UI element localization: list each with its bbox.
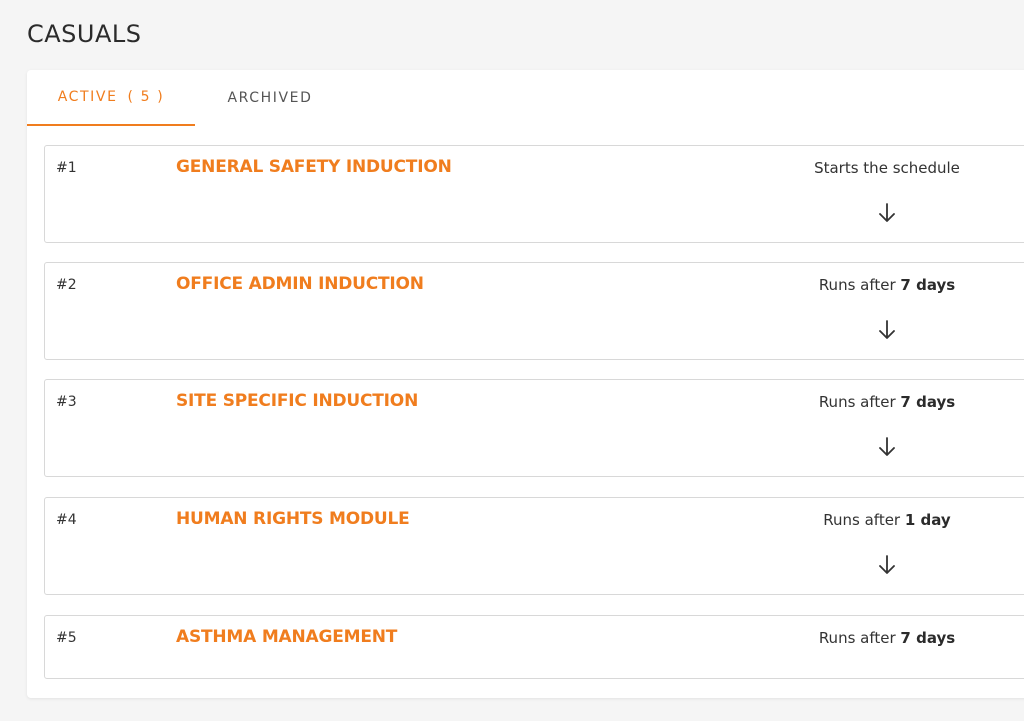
tab-bar: ACTIVE ( 5 ) ARCHIVED (27, 70, 1024, 126)
row-status: Runs after 7 days (745, 393, 1024, 411)
row-status-value: 7 days (900, 629, 956, 647)
row-status-prefix: Runs after (818, 393, 901, 411)
row-status: Starts the schedule (745, 159, 1024, 177)
row-status: Runs after 7 days (745, 276, 1024, 294)
row-title-link[interactable]: OFFICE ADMIN INDUCTION (176, 274, 424, 294)
arrow-down-icon (879, 437, 895, 456)
schedule-row: #4 HUMAN RIGHTS MODULE Runs after 1 day (44, 497, 1024, 595)
row-title-link[interactable]: GENERAL SAFETY INDUCTION (176, 157, 452, 177)
row-title-link[interactable]: SITE SPECIFIC INDUCTION (176, 391, 418, 411)
arrow-down-icon (879, 320, 895, 339)
row-status-value: 7 days (900, 276, 956, 294)
row-title-link[interactable]: HUMAN RIGHTS MODULE (176, 509, 410, 529)
arrow-down-icon (879, 555, 895, 574)
row-status-value: 7 days (900, 393, 956, 411)
schedule-panel: ACTIVE ( 5 ) ARCHIVED #1 GENERAL SAFETY … (27, 70, 1024, 698)
tab-archived[interactable]: ARCHIVED (195, 70, 345, 126)
schedule-row: #3 SITE SPECIFIC INDUCTION Runs after 7 … (44, 379, 1024, 477)
row-number: #3 (56, 394, 77, 410)
row-number: #4 (56, 512, 77, 528)
tab-active-count: ( 5 ) (127, 89, 165, 105)
row-status-prefix: Starts the schedule (814, 159, 960, 177)
row-status: Runs after 1 day (745, 511, 1024, 529)
schedule-row: #2 OFFICE ADMIN INDUCTION Runs after 7 d… (44, 262, 1024, 360)
tab-active-label: ACTIVE (57, 89, 118, 105)
row-number: #2 (56, 277, 77, 293)
row-status-prefix: Runs after (823, 511, 905, 529)
tab-active[interactable]: ACTIVE ( 5 ) (27, 70, 195, 126)
arrow-down-icon (879, 203, 895, 222)
row-title-link[interactable]: ASTHMA MANAGEMENT (176, 627, 397, 647)
row-number: #5 (56, 630, 77, 646)
row-number: #1 (56, 160, 77, 176)
row-status-prefix: Runs after (818, 629, 901, 647)
page-title: CASUALS (27, 20, 142, 48)
schedule-row: #5 ASTHMA MANAGEMENT Runs after 7 days (44, 615, 1024, 679)
tab-archived-label: ARCHIVED (227, 90, 313, 106)
row-status-prefix: Runs after (818, 276, 901, 294)
schedule-row: #1 GENERAL SAFETY INDUCTION Starts the s… (44, 145, 1024, 243)
row-status: Runs after 7 days (745, 629, 1024, 647)
row-status-value: 1 day (904, 511, 951, 529)
